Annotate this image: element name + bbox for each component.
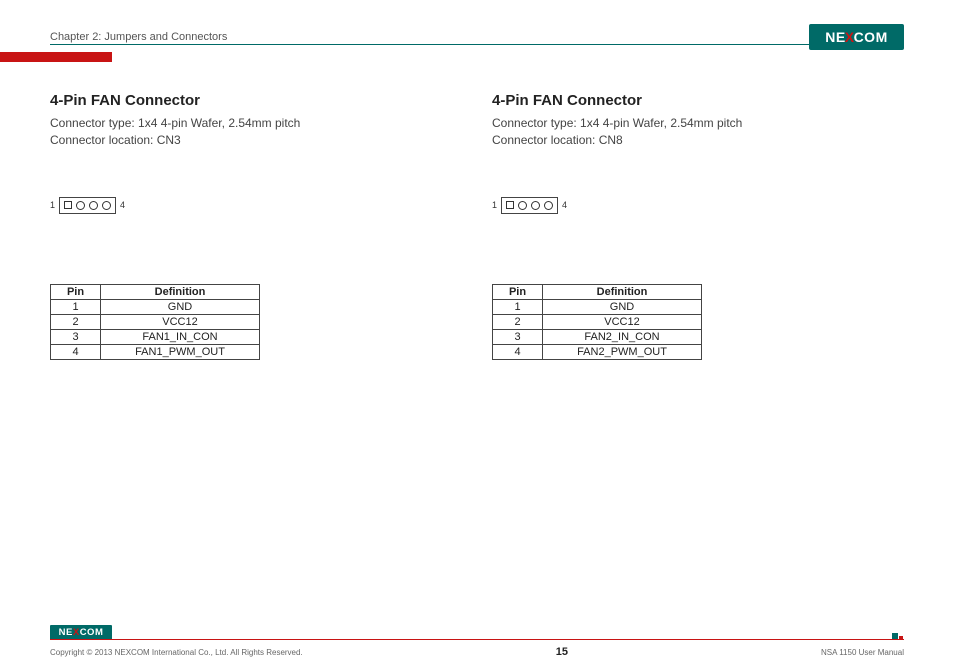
th-pin: Pin: [51, 284, 101, 299]
copyright: Copyright © 2013 NEXCOM International Co…: [50, 648, 303, 657]
th-def: Definition: [101, 284, 260, 299]
pinout-table: Pin Definition 1GND 2VCC12 3FAN1_IN_CON …: [50, 284, 260, 360]
column-right: 4-Pin FAN Connector Connector type: 1x4 …: [492, 92, 904, 360]
pin-2-icon: [518, 201, 527, 210]
connector-diagram: 1 4: [50, 197, 462, 214]
pin-3-icon: [531, 201, 540, 210]
section-title: 4-Pin FAN Connector: [492, 92, 904, 109]
table-row: 2VCC12: [51, 314, 260, 329]
pin-label-end: 4: [120, 200, 125, 210]
page-number: 15: [556, 646, 568, 658]
pin-1-icon: [506, 201, 514, 209]
pinout-table: Pin Definition 1GND 2VCC12 3FAN2_IN_CON …: [492, 284, 702, 360]
brand-logo: NEXCOM: [809, 24, 904, 50]
table-header-row: Pin Definition: [51, 284, 260, 299]
pin-3-icon: [89, 201, 98, 210]
header-redbar: [0, 52, 112, 62]
connector-diagram: 1 4: [492, 197, 904, 214]
table-header-row: Pin Definition: [493, 284, 702, 299]
table-row: 4FAN2_PWM_OUT: [493, 344, 702, 359]
connector-location: Connector location: CN3: [50, 132, 462, 149]
table-row: 3FAN1_IN_CON: [51, 329, 260, 344]
pin-2-icon: [76, 201, 85, 210]
column-left: 4-Pin FAN Connector Connector type: 1x4 …: [50, 92, 462, 360]
pin-label-start: 1: [492, 200, 497, 210]
connector-location: Connector location: CN8: [492, 132, 904, 149]
th-def: Definition: [543, 284, 702, 299]
connector-type: Connector type: 1x4 4-pin Wafer, 2.54mm …: [50, 115, 462, 132]
table-row: 1GND: [51, 299, 260, 314]
doc-title: NSA 1150 User Manual: [821, 648, 904, 657]
table-row: 4FAN1_PWM_OUT: [51, 344, 260, 359]
pin-4-icon: [544, 201, 553, 210]
pin-label-end: 4: [562, 200, 567, 210]
connector-type: Connector type: 1x4 4-pin Wafer, 2.54mm …: [492, 115, 904, 132]
table-row: 2VCC12: [493, 314, 702, 329]
th-pin: Pin: [493, 284, 543, 299]
table-row: 1GND: [493, 299, 702, 314]
footer-logo: NEXCOM: [50, 625, 112, 640]
pin-4-icon: [102, 201, 111, 210]
section-title: 4-Pin FAN Connector: [50, 92, 462, 109]
footer-rule: [50, 639, 904, 640]
pin-1-icon: [64, 201, 72, 209]
footer-row: Copyright © 2013 NEXCOM International Co…: [50, 646, 904, 658]
chapter-title: Chapter 2: Jumpers and Connectors: [50, 31, 227, 43]
table-row: 3FAN2_IN_CON: [493, 329, 702, 344]
header-rule: [50, 44, 904, 45]
pin-label-start: 1: [50, 200, 55, 210]
